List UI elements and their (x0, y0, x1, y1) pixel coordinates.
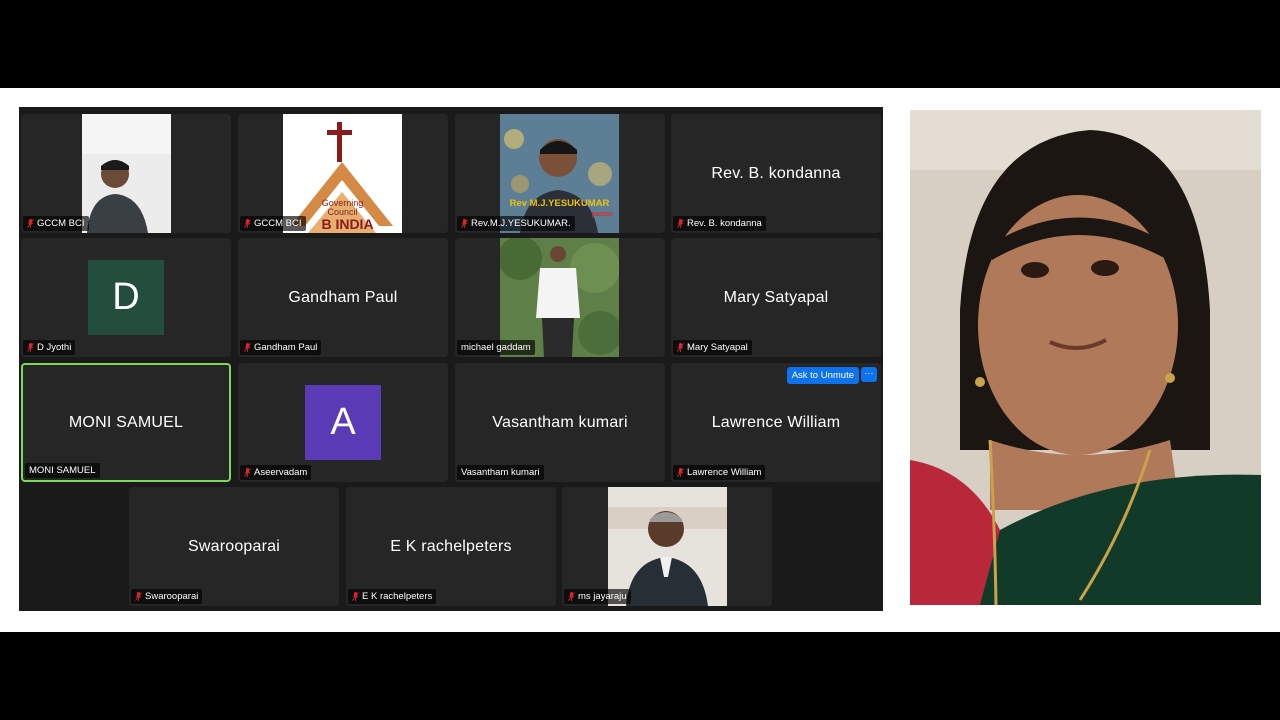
participant-name: Mary Satyapal (687, 342, 748, 353)
participant-nameplate: D Jyothi (23, 340, 76, 355)
participant-name: GCCM BCI (254, 218, 302, 229)
participant-nameplate: Rev. B. kondanna (673, 216, 766, 231)
ask-to-unmute-button[interactable]: Ask to Unmute (786, 367, 859, 384)
participant-tile-aseervadam[interactable]: A Aseervadam (238, 363, 448, 482)
gallery-grid: GCCM BCI Governing Council B INDIA GCCM … (19, 107, 883, 611)
participant-name: Lawrence William (687, 467, 762, 478)
participant-avatar: A (305, 385, 381, 460)
participant-display-name: Gandham Paul (288, 288, 398, 306)
participant-display-name: Swarooparai (187, 537, 281, 555)
participant-tile-yesukumar[interactable]: Rev M.J.YESUKUMAR pastor Rev.M.J.YESUKUM… (455, 114, 665, 233)
mic-muted-icon (677, 219, 684, 228)
mic-muted-icon (27, 343, 34, 352)
logo-text-line3: B INDIA (321, 216, 374, 232)
participant-display-name: Mary Satyapal (723, 288, 829, 306)
participant-name: Rev. B. kondanna (687, 218, 762, 229)
mic-muted-icon (461, 219, 468, 228)
participant-tile-ms-jayaraju[interactable]: ms jayaraju (562, 487, 772, 606)
more-options-button[interactable]: ··· (861, 367, 877, 382)
participant-tile-rachelpeters[interactable]: E K rachelpeters E K rachelpeters (346, 487, 556, 606)
photo-subcaption: pastor (591, 211, 613, 218)
mic-muted-icon (244, 468, 251, 477)
participant-name: E K rachelpeters (362, 591, 433, 602)
participant-nameplate: Lawrence William (673, 465, 766, 480)
participant-nameplate: GCCM BCI (23, 216, 89, 231)
participant-nameplate: Rev.M.J.YESUKUMAR. (457, 216, 575, 231)
person-video-frame (82, 114, 171, 233)
participant-name: Aseervadam (254, 467, 308, 478)
mic-muted-icon (27, 219, 34, 228)
participant-nameplate: ms jayaraju (564, 589, 631, 604)
mic-muted-icon (244, 343, 251, 352)
participant-nameplate: michael gaddam (457, 340, 535, 355)
participant-nameplate: E K rachelpeters (348, 589, 437, 604)
participant-name: ms jayaraju (578, 591, 627, 602)
participant-name: Rev.M.J.YESUKUMAR. (471, 218, 571, 229)
participant-tile-moni-samuel[interactable]: MONI SAMUEL MONI SAMUEL (21, 363, 231, 482)
mic-muted-icon (677, 343, 684, 352)
participant-display-name: Lawrence William (711, 413, 841, 431)
mic-muted-icon (244, 219, 251, 228)
participant-tile-kondanna[interactable]: Rev. B. kondanna Rev. B. kondanna (671, 114, 881, 233)
featured-portrait-photo (910, 110, 1261, 605)
participant-nameplate: Gandham Paul (240, 340, 322, 355)
participant-nameplate: GCCM BCI (240, 216, 306, 231)
participant-display-name: Vasantham kumari (492, 413, 628, 431)
mic-muted-icon (677, 468, 684, 477)
participant-avatar: D (88, 260, 164, 335)
mic-muted-icon (135, 592, 142, 601)
participant-name: Vasantham kumari (461, 467, 540, 478)
participant-tile-d-jyothi[interactable]: D D Jyothi (21, 238, 231, 357)
participant-display-name: E K rachelpeters (390, 537, 512, 555)
participant-tile-swarooparai[interactable]: Swarooparai Swarooparai (129, 487, 339, 606)
participant-nameplate: MONI SAMUEL (25, 463, 100, 478)
participant-tile-gccm-bci-1[interactable]: GCCM BCI (21, 114, 231, 233)
participant-tile-vasantham-kumari[interactable]: Vasantham kumari Vasantham kumari (455, 363, 665, 482)
participant-tile-gccm-bci-2[interactable]: Governing Council B INDIA GCCM BCI (238, 114, 448, 233)
participant-name: michael gaddam (461, 342, 531, 353)
participant-nameplate: Vasantham kumari (457, 465, 544, 480)
participant-tile-lawrence-william[interactable]: Ask to Unmute ··· Lawrence William Lawre… (671, 363, 881, 482)
participant-tile-michael-gaddam[interactable]: michael gaddam (455, 238, 665, 357)
participant-tile-mary-satyapal[interactable]: Mary Satyapal Mary Satyapal (671, 238, 881, 357)
photo-caption: Rev M.J.YESUKUMAR (509, 198, 610, 209)
participant-name: D Jyothi (37, 342, 72, 353)
participant-nameplate: Mary Satyapal (673, 340, 752, 355)
participant-name: Gandham Paul (254, 342, 318, 353)
participant-display-name: MONI SAMUEL (68, 413, 184, 431)
participant-name: MONI SAMUEL (29, 465, 96, 476)
participant-video (82, 114, 171, 233)
participant-name: GCCM BCI (37, 218, 85, 229)
participant-name: Swarooparai (145, 591, 199, 602)
participant-nameplate: Swarooparai (131, 589, 203, 604)
mic-muted-icon (352, 592, 359, 601)
participant-display-name: Rev. B. kondanna (711, 164, 841, 182)
participant-tile-gandham-paul[interactable]: Gandham Paul Gandham Paul (238, 238, 448, 357)
woman-portrait-image (910, 110, 1261, 605)
mic-muted-icon (568, 592, 575, 601)
participant-nameplate: Aseervadam (240, 465, 312, 480)
